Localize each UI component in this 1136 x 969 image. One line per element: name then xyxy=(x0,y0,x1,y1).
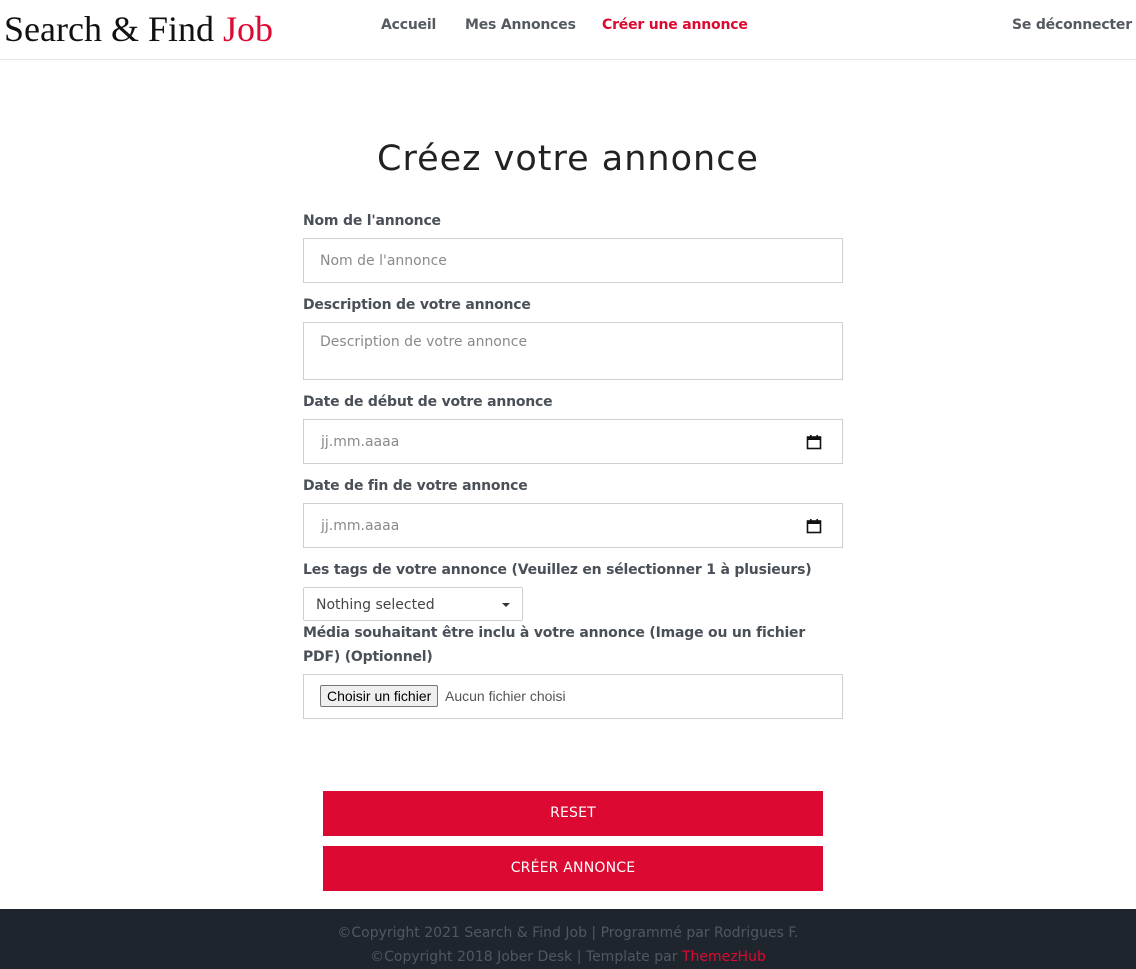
end-date-input[interactable]: jj.mm.aaaa xyxy=(303,503,843,548)
calendar-icon[interactable] xyxy=(806,434,822,450)
tags-label: Les tags de votre annonce (Veuillez en s… xyxy=(303,562,812,578)
nav-home[interactable]: Accueil xyxy=(381,16,436,34)
media-label: Média souhaitant être inclu à votre anno… xyxy=(303,625,806,641)
tags-select[interactable]: Nothing selected xyxy=(303,587,523,621)
nav-my-ads[interactable]: Mes Annonces xyxy=(465,16,576,34)
brand-logo[interactable]: Search & Find Job xyxy=(4,8,273,50)
themezhub-link[interactable]: ThemezHub xyxy=(682,949,766,965)
name-label: Nom de l'annonce xyxy=(303,213,441,229)
brand-text: Search & Find xyxy=(4,9,223,49)
choose-file-button[interactable]: Choisir un fichier xyxy=(320,685,439,707)
start-date-label: Date de début de votre annonce xyxy=(303,394,553,410)
brand-accent: Job xyxy=(222,9,273,49)
media-label-continued: PDF) (Optionnel) xyxy=(303,649,433,665)
nav-create-ad[interactable]: Créer une annonce xyxy=(602,16,748,34)
end-date-placeholder: jj.mm.aaaa xyxy=(321,518,400,534)
navbar: Search & Find Job Accueil Mes Annonces C… xyxy=(0,0,1136,60)
reset-button[interactable]: RESET xyxy=(323,791,823,836)
footer-copyright-2: ©Copyright 2018 Jober Desk | Template pa… xyxy=(0,947,1136,967)
footer: ©Copyright 2021 Search & Find Job | Prog… xyxy=(0,909,1136,969)
description-textarea[interactable] xyxy=(303,322,843,380)
end-date-label: Date de fin de votre annonce xyxy=(303,478,528,494)
footer-copyright-1: ©Copyright 2021 Search & Find Job | Prog… xyxy=(337,925,799,941)
start-date-input[interactable]: jj.mm.aaaa xyxy=(303,419,843,464)
caret-down-icon xyxy=(502,603,510,607)
start-date-placeholder: jj.mm.aaaa xyxy=(321,434,400,450)
media-file-input: Choisir un fichier Aucun fichier choisi xyxy=(303,674,843,719)
calendar-icon[interactable] xyxy=(806,518,822,534)
file-status: Aucun fichier choisi xyxy=(445,688,566,704)
description-label: Description de votre annonce xyxy=(303,297,531,313)
nav-logout[interactable]: Se déconnecter xyxy=(1012,16,1132,34)
create-ad-button[interactable]: CRÉER ANNONCE xyxy=(323,846,823,891)
footer-copyright-2-text: ©Copyright 2018 Jober Desk | Template pa… xyxy=(370,949,682,965)
tags-selected-value: Nothing selected xyxy=(316,597,435,613)
page-title: Créez votre annonce xyxy=(377,139,759,179)
name-input[interactable] xyxy=(303,238,843,283)
